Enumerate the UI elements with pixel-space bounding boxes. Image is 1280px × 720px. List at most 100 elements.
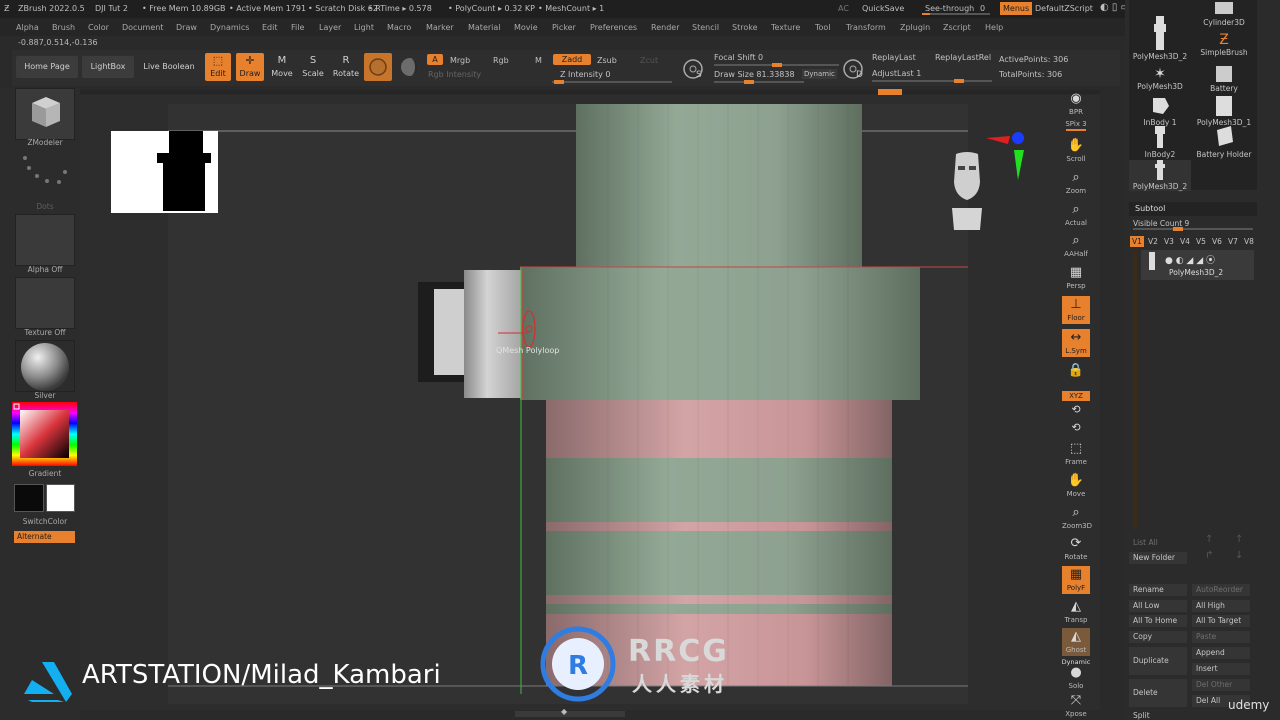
m-button[interactable]: M xyxy=(535,56,542,65)
replaylast-button[interactable]: ReplayLast xyxy=(872,53,916,62)
spix-label[interactable]: SPix 3 xyxy=(1062,120,1090,128)
del-other-button[interactable]: Del Other xyxy=(1192,679,1250,691)
subtool-scrollbar[interactable] xyxy=(1133,250,1137,530)
mrgb-button[interactable]: Mrgb xyxy=(450,56,470,65)
insert-button[interactable]: Insert xyxy=(1192,663,1250,675)
split-button[interactable]: Split xyxy=(1133,711,1150,720)
rotate-axis-buttons[interactable]: ⟲ ⟲ xyxy=(1062,404,1090,434)
version-v4[interactable]: V4 xyxy=(1180,237,1190,246)
menu-brush[interactable]: Brush xyxy=(52,23,75,32)
axis-gizmo[interactable] xyxy=(982,128,1032,184)
rotate-button[interactable]: R Rotate xyxy=(332,53,360,81)
subtool-item-selected[interactable]: ● ◐ ◢ ◢ ⦿ PolyMesh3D_2 xyxy=(1141,250,1254,280)
move-top-icon[interactable]: ↑ xyxy=(1235,534,1243,545)
version-v2[interactable]: V2 xyxy=(1148,237,1158,246)
subtool-header[interactable]: Subtool xyxy=(1129,202,1257,216)
color-picker[interactable] xyxy=(12,402,77,466)
material-sphere-button[interactable] xyxy=(364,53,392,81)
menu-movie[interactable]: Movie xyxy=(514,23,538,32)
orientation-head[interactable] xyxy=(946,152,988,232)
all-low-button[interactable]: All Low xyxy=(1129,600,1187,612)
xyz-button[interactable]: XYZ xyxy=(1062,391,1090,401)
rotate-view-button[interactable]: ⟳ Rotate xyxy=(1062,535,1090,563)
zoom-button[interactable]: ⌕ Zoom xyxy=(1062,169,1090,197)
ac-label[interactable]: AC xyxy=(838,4,849,13)
arrow-right-icon[interactable]: ↱ xyxy=(1205,550,1213,561)
zadd-button[interactable]: Zadd xyxy=(553,54,591,65)
move-down-icon[interactable]: ↓ xyxy=(1235,550,1243,561)
menu-zplugin[interactable]: Zplugin xyxy=(900,23,930,32)
menu-texture[interactable]: Texture xyxy=(771,23,800,32)
tool-polymesh3d-1[interactable]: PolyMesh3D_1 xyxy=(1193,96,1255,127)
autoreorder-button[interactable]: AutoReorder xyxy=(1192,584,1250,596)
navigation-preview[interactable] xyxy=(111,131,218,213)
version-v6[interactable]: V6 xyxy=(1212,237,1222,246)
menu-stencil[interactable]: Stencil xyxy=(692,23,719,32)
alternate-button[interactable]: Alternate xyxy=(14,531,75,543)
zsub-button[interactable]: Zsub xyxy=(597,56,617,65)
default-zscript-button[interactable]: DefaultZScript xyxy=(1035,4,1093,13)
lock-button[interactable]: 🔒 xyxy=(1062,362,1090,390)
version-v5[interactable]: V5 xyxy=(1196,237,1206,246)
home-page-button[interactable]: Home Page xyxy=(16,56,78,78)
z-intensity-slider[interactable] xyxy=(552,80,672,84)
frame-button[interactable]: ⬚ Frame xyxy=(1062,440,1090,468)
bpr-button[interactable]: ◉ BPR xyxy=(1062,90,1090,118)
a-button[interactable]: A xyxy=(427,54,443,65)
all-high-button[interactable]: All High xyxy=(1192,600,1250,612)
zoom3d-button[interactable]: ⌕ Zoom3D xyxy=(1062,504,1092,532)
menu-help[interactable]: Help xyxy=(985,23,1003,32)
menu-zscript[interactable]: Zscript xyxy=(943,23,971,32)
menu-light[interactable]: Light xyxy=(354,23,374,32)
visible-count-slider[interactable] xyxy=(1133,227,1253,231)
subtool-toggle-icons[interactable]: ● ◐ ◢ ◢ ⦿ xyxy=(1165,253,1215,266)
see-through-slider[interactable] xyxy=(922,13,990,15)
tool-inbody-1[interactable]: InBody 1 xyxy=(1129,96,1191,127)
tool-polymesh3d-2-top[interactable]: PolyMesh3D_2 xyxy=(1129,16,1191,61)
xpose-button[interactable]: ⤧ Xpose xyxy=(1062,692,1090,720)
solo-button[interactable]: ● Solo xyxy=(1062,664,1090,692)
spix-slider[interactable] xyxy=(1066,129,1086,131)
stroke-thumbnail[interactable] xyxy=(15,152,75,202)
bottom-shelf-handle[interactable]: ◆ xyxy=(515,707,625,717)
draw-button[interactable]: ✛ Draw xyxy=(236,53,264,81)
actual-button[interactable]: ⌕ Actual xyxy=(1062,201,1090,229)
delete-button[interactable]: Delete xyxy=(1129,679,1187,707)
menu-dynamics[interactable]: Dynamics xyxy=(210,23,249,32)
all-to-home-button[interactable]: All To Home xyxy=(1129,615,1187,627)
tool-inbody2[interactable]: InBody2 xyxy=(1129,126,1191,159)
move-view-button[interactable]: ✋ Move xyxy=(1062,472,1090,500)
tool-simplebrush[interactable]: Ƶ SimpleBrush xyxy=(1193,32,1255,57)
tool-polymesh3d[interactable]: ✶ PolyMesh3D xyxy=(1129,66,1191,91)
main-color-swatch[interactable] xyxy=(14,484,44,512)
polyf-button[interactable]: ▦ PolyF xyxy=(1062,566,1090,594)
menu-macro[interactable]: Macro xyxy=(387,23,411,32)
lightbox-button[interactable]: LightBox xyxy=(82,56,134,78)
duplicate-button[interactable]: Duplicate xyxy=(1129,647,1187,675)
rgb-button[interactable]: Rgb xyxy=(493,56,509,65)
version-v8[interactable]: V8 xyxy=(1244,237,1254,246)
scale-button[interactable]: S Scale xyxy=(299,53,327,81)
menu-picker[interactable]: Picker xyxy=(552,23,576,32)
menu-material[interactable]: Material xyxy=(468,23,501,32)
live-boolean-button[interactable]: Live Boolean xyxy=(138,56,200,78)
menu-color[interactable]: Color xyxy=(88,23,109,32)
transp-button[interactable]: ◭ Transp xyxy=(1062,598,1090,626)
all-to-target-button[interactable]: All To Target xyxy=(1192,615,1250,627)
menu-render[interactable]: Render xyxy=(651,23,679,32)
floor-button[interactable]: ⊥ Floor xyxy=(1062,296,1090,324)
quicksave-button[interactable]: QuickSave xyxy=(862,4,904,13)
move-button[interactable]: M Move xyxy=(268,53,296,81)
tool-polymesh3d-2-selected[interactable]: PolyMesh3D_2 xyxy=(1129,160,1191,191)
append-button[interactable]: Append xyxy=(1192,647,1250,659)
aahalf-button[interactable]: ⌕ AAHalf xyxy=(1062,232,1090,260)
persp-button[interactable]: ▦ Persp xyxy=(1062,264,1090,292)
brush-thumbnail[interactable] xyxy=(15,88,75,140)
version-v7[interactable]: V7 xyxy=(1228,237,1238,246)
replaylastrel-button[interactable]: ReplayLastRel xyxy=(935,53,991,62)
see-through-label[interactable]: See-through xyxy=(925,4,974,13)
menus-button[interactable]: Menus xyxy=(1000,2,1033,15)
dynamic-toggle[interactable]: Dynamic xyxy=(802,69,837,79)
copy-button[interactable]: Copy xyxy=(1129,631,1187,643)
lsym-button[interactable]: ↔ L.Sym xyxy=(1062,329,1090,357)
